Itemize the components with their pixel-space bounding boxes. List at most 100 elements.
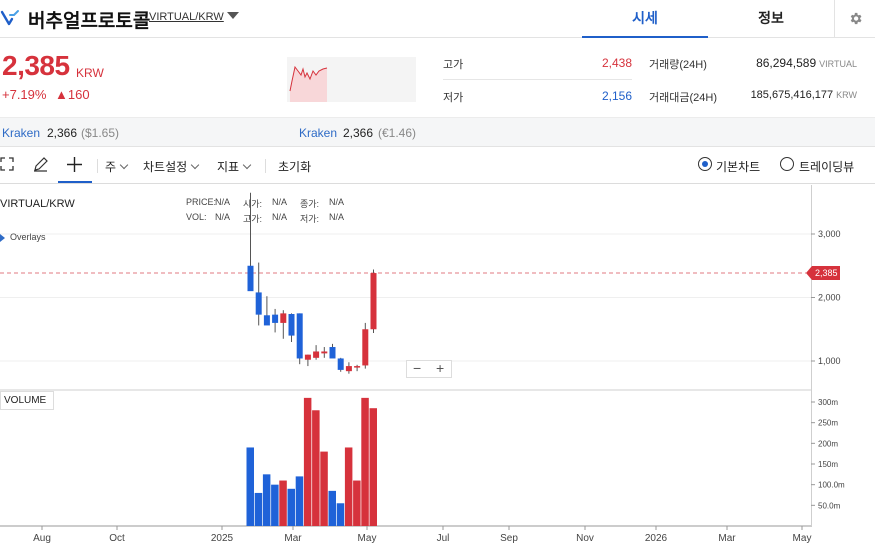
exchange-sub-price: ($1.65)	[81, 126, 120, 140]
volume-bar	[336, 503, 345, 526]
triangle-right-icon[interactable]	[0, 234, 5, 242]
legend-open-value: N/A	[272, 197, 288, 207]
reset-button[interactable]: 초기화	[278, 158, 311, 175]
price-chart[interactable]: 2,385 1,000 2,000 3,000 50.0m 100.0m 150m 200…	[0, 185, 875, 551]
candle-body	[247, 265, 254, 292]
low-value: 2,156	[601, 89, 632, 103]
y-tick-label: 2,000	[818, 293, 841, 303]
mini-chart-line	[289, 65, 328, 102]
legend-close-label: 종가:	[300, 199, 320, 209]
tradingview-label[interactable]: 트레이딩뷰	[799, 158, 854, 175]
chart-grid	[0, 233, 811, 362]
pencil-icon[interactable]	[32, 156, 49, 173]
volume-bars	[246, 397, 377, 526]
high-label: 고가	[443, 59, 464, 71]
low-label: 저가	[443, 92, 464, 104]
exchange-name[interactable]: Kraken	[2, 126, 40, 140]
current-price-tag: 2,385	[806, 266, 840, 281]
overlays-toggle[interactable]: Overlays	[10, 232, 46, 242]
divider	[97, 159, 98, 173]
volume-bar	[303, 397, 312, 526]
high-value: 2,438	[601, 56, 632, 70]
divider	[443, 79, 632, 80]
change-percent: +7.19%	[2, 87, 47, 102]
volume-bar	[246, 447, 254, 526]
volume-bar	[287, 488, 295, 526]
indicators-dropdown[interactable]: 지표	[217, 158, 252, 175]
header: 버추얼프로토콜 VIRTUAL/KRW 시세 정보	[0, 0, 875, 38]
candle-body	[362, 329, 369, 366]
legend-vol-value: N/A	[215, 212, 231, 222]
price-unit: KRW	[76, 66, 104, 80]
amount-value: 185,675,416,177 KRW	[720, 89, 857, 101]
vol-tick-label: 250m	[818, 419, 838, 428]
x-tick-label: Sep	[500, 533, 518, 544]
x-axis-ticks: Aug Oct 2025 Mar May Jul Sep Nov 2026 Mar May	[33, 526, 811, 544]
y-tick-label: 3,000	[818, 229, 841, 239]
candle-body	[329, 347, 336, 359]
x-tick-label: Oct	[109, 533, 125, 544]
chart-title: VIRTUAL/KRW	[0, 198, 75, 210]
exchange-bar: Kraken 2,366 ($1.65) Kraken 2,366 (€1.46…	[0, 117, 875, 147]
chevron-down-icon	[190, 160, 200, 170]
period-dropdown[interactable]: 주	[105, 158, 129, 175]
volume-bar	[312, 410, 320, 526]
volume-bar	[328, 490, 336, 526]
tab-info[interactable]: 정보	[708, 0, 834, 38]
basic-chart-label[interactable]: 기본차트	[716, 158, 760, 175]
volume-pane-label: VOLUME	[0, 391, 54, 410]
legend-open-label: 시가:	[243, 199, 263, 209]
volume-bar	[369, 408, 377, 526]
legend-price-label: PRICE:	[186, 197, 217, 207]
candle-body	[304, 354, 311, 360]
candle-body	[345, 366, 352, 372]
volume-bar	[361, 397, 369, 526]
price-tag-label: 2,385	[815, 268, 838, 278]
current-price: 2,385	[2, 50, 70, 81]
chart-settings-label: 차트설정	[143, 160, 188, 174]
amount-label: 거래대금(24H)	[649, 92, 717, 104]
basic-chart-radio[interactable]	[698, 157, 712, 171]
volume-label: 거래량(24H)	[649, 59, 707, 71]
vol-tick-label: 200m	[818, 439, 838, 448]
candle-body	[263, 315, 270, 326]
zoom-in-button[interactable]: +	[436, 361, 444, 376]
pair-selector[interactable]: VIRTUAL/KRW	[149, 11, 224, 23]
volume-number: 86,294,589	[756, 56, 817, 70]
chevron-down-icon	[242, 160, 252, 170]
chart-settings-dropdown[interactable]: 차트설정	[143, 158, 200, 175]
candle-body	[288, 314, 295, 336]
divider	[265, 159, 266, 173]
amount-unit: KRW	[836, 90, 857, 100]
zoom-out-button[interactable]: −	[413, 361, 421, 376]
tradingview-radio[interactable]	[780, 157, 794, 171]
volume-bar	[271, 484, 279, 526]
x-tick-label: May	[793, 533, 812, 544]
legend-high-value: N/A	[272, 212, 288, 222]
legend-price-value: N/A	[215, 197, 231, 207]
x-tick-label: Nov	[576, 533, 594, 544]
amount-number: 185,675,416,177	[750, 89, 834, 101]
chevron-down-icon[interactable]	[227, 12, 239, 19]
volume-bar	[254, 492, 263, 526]
crosshair-button[interactable]	[58, 148, 92, 183]
gear-icon	[850, 12, 862, 25]
volume-bar	[353, 480, 361, 526]
x-tick-label: Mar	[718, 533, 736, 544]
candle-body	[255, 292, 262, 315]
settings-button[interactable]	[834, 0, 875, 38]
mini-chart	[287, 57, 416, 102]
logo-icon	[0, 10, 19, 26]
exchange-name[interactable]: Kraken	[299, 126, 337, 140]
exchange-sub-price: (€1.46)	[378, 126, 417, 140]
tab-quote[interactable]: 시세	[582, 0, 708, 38]
candle-body	[313, 351, 320, 358]
y-axis-ticks: 1,000 2,000 3,000	[811, 229, 841, 366]
volume-bar	[344, 447, 353, 526]
exchange-price: 2,366	[343, 126, 374, 140]
indicators-label: 지표	[217, 160, 240, 174]
fullscreen-icon[interactable]	[0, 157, 14, 171]
candle-body	[337, 358, 344, 370]
candle-body	[354, 366, 361, 368]
x-tick-label: May	[358, 533, 377, 544]
